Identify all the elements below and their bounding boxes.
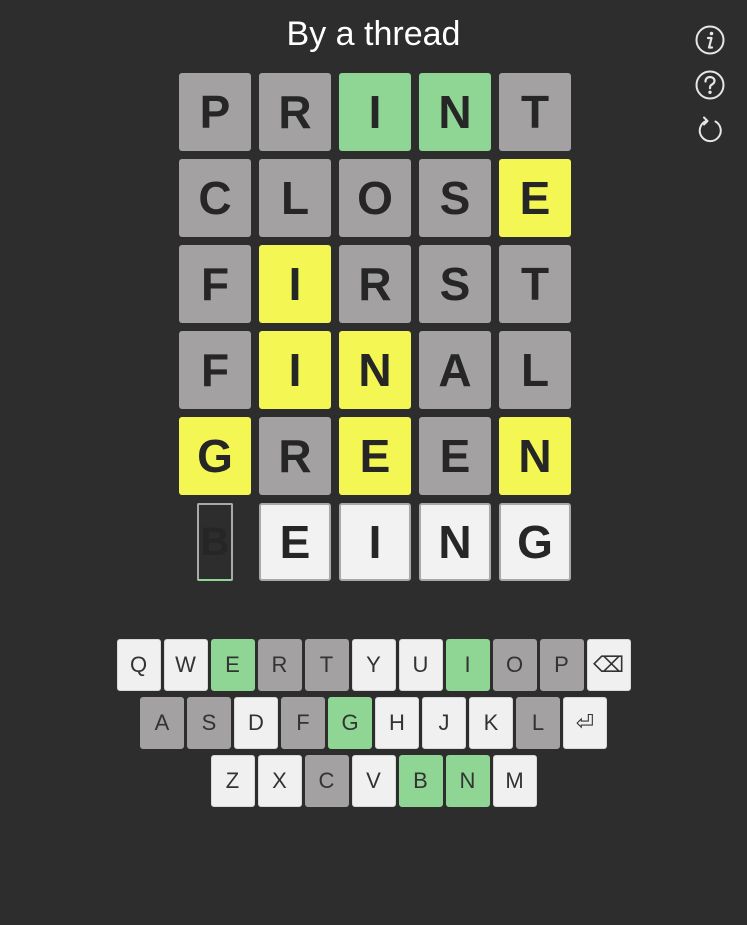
letter-tile: I (259, 245, 331, 323)
key-m[interactable]: M (492, 755, 537, 807)
letter-tile: I (259, 331, 331, 409)
board-row: PRINT (179, 73, 571, 151)
letter-tile: F (179, 331, 251, 409)
letter-tile: O (339, 159, 411, 237)
letter-tile[interactable]: E (259, 503, 331, 581)
letter-tile[interactable]: G (499, 503, 571, 581)
key-d[interactable]: D (234, 697, 278, 749)
key-u[interactable]: U (398, 639, 443, 691)
letter-tile: L (499, 331, 571, 409)
key-s[interactable]: S (187, 697, 231, 749)
letter-tile: G (179, 417, 251, 495)
key-z[interactable]: Z (210, 755, 255, 807)
key-q[interactable]: Q (116, 639, 161, 691)
board-row: BEING (179, 503, 571, 581)
key-f[interactable]: F (281, 697, 325, 749)
letter-tile: E (339, 417, 411, 495)
on-screen-keyboard: Q W E R T Y U I O P ⌫ A S D F G H J K L ⏎ Z X C V B N M (0, 639, 747, 813)
board-row: CLOSE (179, 159, 571, 237)
letter-tile[interactable]: N (419, 503, 491, 581)
key-v[interactable]: V (351, 755, 396, 807)
page-title: By a thread (286, 15, 461, 53)
letter-tile: N (419, 73, 491, 151)
info-icon[interactable] (694, 24, 726, 56)
letter-tile: A (419, 331, 491, 409)
restart-icon[interactable] (694, 114, 726, 146)
letter-tile: N (339, 331, 411, 409)
key-h[interactable]: H (375, 697, 419, 749)
letter-tile: S (419, 159, 491, 237)
letter-tile: S (419, 245, 491, 323)
key-r[interactable]: R (257, 639, 302, 691)
key-n[interactable]: N (445, 755, 490, 807)
key-a[interactable]: A (140, 697, 184, 749)
enter-key[interactable]: ⏎ (563, 697, 607, 749)
key-l[interactable]: L (516, 697, 560, 749)
letter-tile: T (499, 245, 571, 323)
help-icon[interactable] (694, 69, 726, 101)
letter-tile: E (499, 159, 571, 237)
active-tile[interactable]: B (197, 503, 233, 581)
key-c[interactable]: C (304, 755, 349, 807)
letter-tile: E (419, 417, 491, 495)
letter-tile: N (499, 417, 571, 495)
key-t[interactable]: T (304, 639, 349, 691)
key-i[interactable]: I (445, 639, 490, 691)
keyboard-row: Q W E R T Y U I O P ⌫ (0, 639, 747, 691)
letter-tile: P (179, 73, 251, 151)
side-toolbar (694, 24, 726, 159)
letter-tile: C (179, 159, 251, 237)
key-y[interactable]: Y (351, 639, 396, 691)
key-e[interactable]: E (210, 639, 255, 691)
key-g[interactable]: G (328, 697, 372, 749)
letter-tile: R (339, 245, 411, 323)
letter-tile: L (259, 159, 331, 237)
board-row: FIRST (179, 245, 571, 323)
letter-tile[interactable]: I (339, 503, 411, 581)
key-j[interactable]: J (422, 697, 466, 749)
key-x[interactable]: X (257, 755, 302, 807)
letter-tile: I (339, 73, 411, 151)
key-b[interactable]: B (398, 755, 443, 807)
keyboard-row: A S D F G H J K L ⏎ (0, 697, 747, 749)
letter-tile: R (259, 417, 331, 495)
backspace-key[interactable]: ⌫ (586, 639, 631, 691)
letter-tile: F (179, 245, 251, 323)
game-board: PRINTCLOSEFIRSTFINALGREENBEING (179, 73, 571, 589)
letter-tile: T (499, 73, 571, 151)
key-k[interactable]: K (469, 697, 513, 749)
key-o[interactable]: O (492, 639, 537, 691)
board-row: FINAL (179, 331, 571, 409)
letter-tile: R (259, 73, 331, 151)
key-p[interactable]: P (539, 639, 584, 691)
keyboard-row: ZXCVBNM (0, 755, 747, 807)
board-row: GREEN (179, 417, 571, 495)
key-w[interactable]: W (163, 639, 208, 691)
